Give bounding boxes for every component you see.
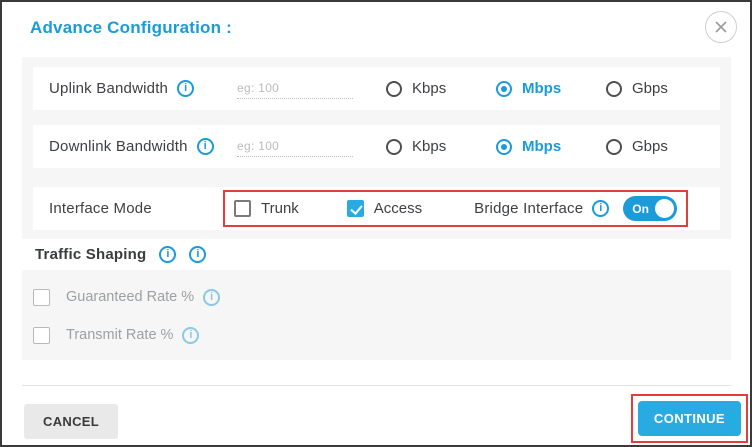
uplink-bandwidth-row: Uplink Bandwidth Kbps Mbps Gbps: [33, 67, 720, 110]
traffic-shaping-heading: Traffic Shaping: [22, 239, 731, 270]
downlink-unit-mbps[interactable]: Mbps: [496, 138, 606, 155]
close-button[interactable]: [705, 11, 737, 43]
cancel-button[interactable]: CANCEL: [24, 404, 118, 439]
transmit-rate-text: Transmit Rate %: [66, 327, 174, 343]
traffic-shaping-label: Traffic Shaping: [35, 246, 147, 263]
footer: CANCEL CONTINUE: [2, 386, 750, 443]
downlink-unit-radio-group: Kbps Mbps Gbps: [386, 138, 668, 155]
interface-mode-row: Interface Mode Trunk Access Bridge Inter…: [33, 187, 720, 230]
downlink-unit-gbps[interactable]: Gbps: [606, 138, 668, 155]
access-label[interactable]: Access: [374, 200, 422, 217]
toggle-on-label: On: [632, 201, 649, 216]
radio-icon[interactable]: [606, 138, 622, 155]
continue-annotation-box: CONTINUE: [630, 394, 748, 443]
interface-mode-label: Interface Mode: [49, 200, 152, 217]
bridge-interface-label: Bridge Interface: [474, 200, 584, 217]
info-icon[interactable]: [189, 246, 207, 263]
guaranteed-rate-text: Guaranteed Rate %: [66, 289, 195, 305]
uplink-unit-radio-group: Kbps Mbps Gbps: [386, 80, 668, 97]
downlink-bandwidth-row: Downlink Bandwidth Kbps Mbps Gbps: [33, 125, 720, 168]
downlink-unit-mbps-label[interactable]: Mbps: [522, 138, 561, 155]
uplink-bandwidth-label-wrap: Uplink Bandwidth: [49, 80, 237, 97]
bridge-interface-wrap: Bridge Interface: [474, 200, 610, 217]
info-icon: [203, 288, 221, 306]
close-icon: [713, 19, 729, 35]
advance-configuration-dialog: Advance Configuration : Uplink Bandwidth…: [0, 0, 752, 447]
checkbox-disabled-icon: [33, 288, 50, 306]
transmit-rate-label: Transmit Rate %: [66, 326, 200, 344]
downlink-bandwidth-input[interactable]: [237, 136, 353, 157]
interface-mode-annotation-box: Trunk Access Bridge Interface On: [223, 190, 689, 227]
radio-icon[interactable]: [606, 80, 622, 97]
guaranteed-rate-option: Guaranteed Rate %: [33, 283, 731, 311]
continue-button[interactable]: CONTINUE: [637, 401, 741, 436]
form-panel: Uplink Bandwidth Kbps Mbps Gbps: [22, 57, 731, 360]
checkbox-checked-icon[interactable]: [346, 200, 364, 217]
info-icon: [182, 326, 200, 344]
checkbox-unchecked-icon[interactable]: [234, 200, 251, 217]
dialog-header: Advance Configuration :: [2, 2, 750, 57]
uplink-unit-kbps-label[interactable]: Kbps: [412, 80, 446, 97]
guaranteed-rate-label: Guaranteed Rate %: [66, 288, 221, 306]
trunk-label[interactable]: Trunk: [261, 200, 299, 217]
radio-selected-icon[interactable]: [496, 80, 512, 97]
downlink-bandwidth-label: Downlink Bandwidth: [49, 138, 188, 155]
checkbox-disabled-icon: [33, 326, 50, 344]
uplink-unit-mbps[interactable]: Mbps: [496, 80, 606, 97]
interface-mode-label-wrap: Interface Mode: [49, 200, 223, 217]
radio-icon[interactable]: [386, 80, 402, 97]
downlink-unit-gbps-label[interactable]: Gbps: [632, 138, 668, 155]
bridge-interface-toggle[interactable]: On: [623, 196, 678, 221]
info-icon[interactable]: [196, 138, 214, 155]
info-icon[interactable]: [177, 80, 195, 97]
downlink-unit-kbps-label[interactable]: Kbps: [412, 138, 446, 155]
access-checkbox-option[interactable]: Access: [346, 200, 422, 217]
info-icon[interactable]: [159, 246, 177, 263]
radio-selected-icon[interactable]: [496, 138, 512, 155]
downlink-unit-kbps[interactable]: Kbps: [386, 138, 496, 155]
uplink-unit-mbps-label[interactable]: Mbps: [522, 80, 561, 97]
transmit-rate-option: Transmit Rate %: [33, 321, 731, 349]
uplink-unit-gbps-label[interactable]: Gbps: [632, 80, 668, 97]
uplink-bandwidth-input[interactable]: [237, 78, 353, 99]
uplink-unit-kbps[interactable]: Kbps: [386, 80, 496, 97]
info-icon[interactable]: [592, 200, 610, 217]
dialog-title: Advance Configuration :: [30, 18, 232, 37]
radio-icon[interactable]: [386, 138, 402, 155]
trunk-checkbox-option[interactable]: Trunk: [234, 200, 299, 217]
uplink-bandwidth-label: Uplink Bandwidth: [49, 80, 169, 97]
toggle-knob[interactable]: [655, 199, 675, 218]
uplink-unit-gbps[interactable]: Gbps: [606, 80, 668, 97]
downlink-bandwidth-label-wrap: Downlink Bandwidth: [49, 138, 237, 155]
